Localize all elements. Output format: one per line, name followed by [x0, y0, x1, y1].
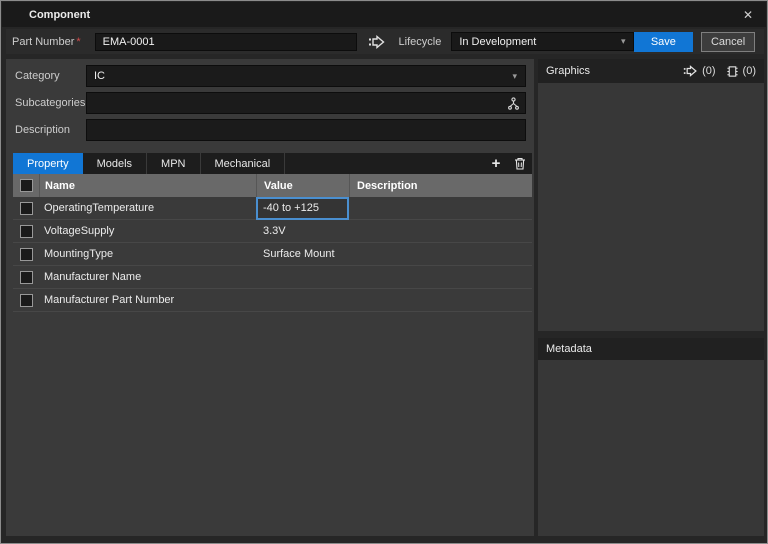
row-checkbox[interactable]	[20, 225, 33, 238]
property-name: Manufacturer Name	[39, 266, 256, 288]
lifecycle-label: Lifecycle	[399, 36, 442, 48]
chevron-down-icon: ▾	[512, 71, 517, 82]
graphics-title: Graphics	[546, 65, 683, 77]
save-button[interactable]: Save	[634, 32, 694, 52]
tab-strip: Property Models MPN Mechanical +	[13, 153, 532, 174]
symbol-icon[interactable]	[366, 32, 388, 52]
chevron-down-icon: ▾	[621, 36, 626, 47]
category-label: Category	[6, 70, 86, 82]
table-row[interactable]: OperatingTemperature -40 to +125	[13, 197, 532, 220]
table-header: Name Value Description	[13, 174, 532, 197]
row-checkbox[interactable]	[20, 248, 33, 261]
delete-property-button[interactable]	[508, 153, 532, 174]
table-row[interactable]: MountingType Surface Mount	[13, 243, 532, 266]
metadata-body	[538, 360, 764, 536]
category-dropdown[interactable]: IC ▾	[86, 65, 526, 87]
part-number-input[interactable]	[95, 33, 357, 51]
tab-mpn[interactable]: MPN	[147, 153, 200, 174]
footprint-count: (0)	[743, 65, 756, 77]
footprint-chip-icon[interactable]	[726, 65, 739, 78]
required-marker: *	[76, 36, 80, 48]
property-name: Manufacturer Part Number	[39, 289, 256, 311]
right-panel: Graphics (0)	[538, 59, 764, 536]
left-panel: Category IC ▾ Subcategories Description	[6, 59, 534, 536]
property-value[interactable]: 3.3V	[256, 220, 349, 242]
dialog-title: Component	[29, 9, 90, 21]
hierarchy-icon[interactable]	[507, 97, 520, 110]
tab-property[interactable]: Property	[13, 153, 83, 174]
add-property-button[interactable]: +	[484, 153, 508, 174]
property-value[interactable]: Surface Mount	[256, 243, 349, 265]
tab-models[interactable]: Models	[83, 153, 147, 174]
property-description	[349, 266, 532, 288]
row-checkbox[interactable]	[20, 202, 33, 215]
subcategories-row: Subcategories	[6, 92, 534, 114]
row-checkbox[interactable]	[20, 271, 33, 284]
row-checkbox[interactable]	[20, 294, 33, 307]
property-name: MountingType	[39, 243, 256, 265]
property-description	[349, 289, 532, 311]
metadata-header: Metadata	[538, 338, 764, 360]
property-value-editing[interactable]: -40 to +125	[256, 197, 349, 220]
plus-icon: +	[492, 156, 501, 171]
description-row: Description	[6, 119, 534, 141]
cancel-button[interactable]: Cancel	[701, 32, 755, 52]
select-all-checkbox[interactable]	[20, 179, 33, 192]
property-description	[349, 243, 532, 265]
graphics-section: Graphics (0)	[538, 59, 764, 331]
part-number-label: Part Number	[12, 36, 74, 48]
table-row[interactable]: Manufacturer Part Number	[13, 289, 532, 312]
lifecycle-value: In Development	[459, 36, 536, 48]
description-label: Description	[6, 124, 86, 136]
graphics-header: Graphics (0)	[538, 59, 764, 83]
graphics-body	[538, 83, 764, 331]
column-header-value[interactable]: Value	[256, 174, 349, 197]
column-header-description[interactable]: Description	[349, 174, 532, 197]
property-value[interactable]	[256, 289, 349, 311]
property-value[interactable]	[256, 266, 349, 288]
table-row[interactable]: Manufacturer Name	[13, 266, 532, 289]
component-dialog: Component ✕ Part Number * Lifecycle In D…	[0, 0, 768, 544]
schematic-symbol-icon[interactable]	[683, 65, 698, 77]
property-description	[349, 197, 532, 219]
symbol-count: (0)	[702, 65, 715, 77]
property-name: OperatingTemperature	[39, 197, 256, 219]
column-header-name[interactable]: Name	[39, 174, 256, 197]
subcategories-label: Subcategories	[6, 97, 86, 109]
title-bar: Component ✕	[2, 2, 766, 27]
lifecycle-dropdown[interactable]: In Development ▾	[451, 32, 633, 51]
category-row: Category IC ▾	[6, 65, 534, 87]
close-icon[interactable]: ✕	[739, 6, 757, 24]
tab-mechanical[interactable]: Mechanical	[201, 153, 286, 174]
metadata-title: Metadata	[546, 343, 756, 355]
header-row: Part Number * Lifecycle In Development ▾…	[6, 29, 764, 54]
trash-icon	[514, 157, 526, 170]
category-value: IC	[94, 70, 105, 82]
description-input[interactable]	[86, 119, 526, 141]
subcategories-input[interactable]	[86, 92, 526, 114]
metadata-section: Metadata	[538, 338, 764, 536]
property-table: OperatingTemperature -40 to +125 Voltage…	[13, 197, 532, 312]
property-description	[349, 220, 532, 242]
property-name: VoltageSupply	[39, 220, 256, 242]
table-row[interactable]: VoltageSupply 3.3V	[13, 220, 532, 243]
